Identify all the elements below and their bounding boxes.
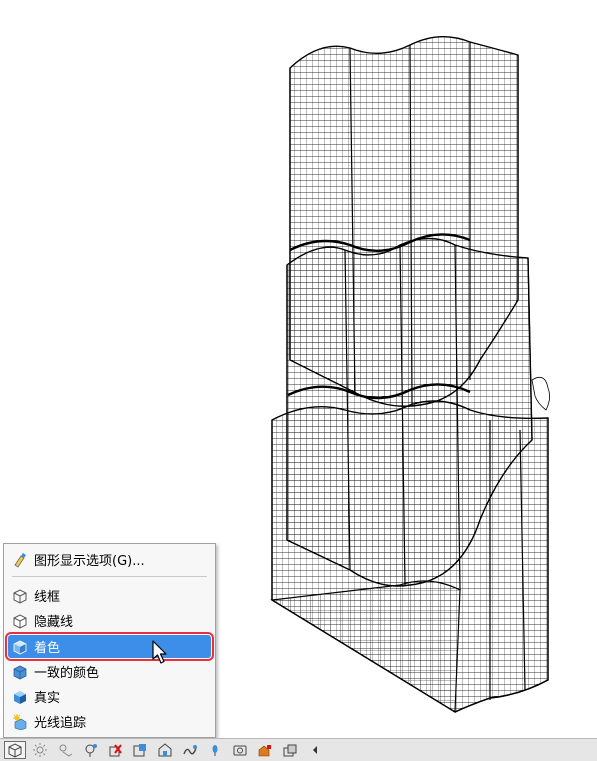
visual-style-button[interactable] [4, 741, 26, 759]
menu-item-label: 着色 [34, 641, 61, 656]
wireframe-cube-icon [12, 588, 28, 604]
render-button[interactable] [254, 741, 276, 759]
menu-item-hidden-line[interactable]: 隐藏线 [8, 609, 211, 632]
hidden-line-cube-icon [12, 613, 28, 629]
crop-view-icon [233, 745, 247, 756]
temporary-view-properties-button[interactable] [129, 741, 151, 759]
realistic-cube-icon [12, 689, 28, 705]
menu-item-label: 图形显示选项(G)... [34, 554, 145, 569]
sun-off-icon [33, 743, 47, 757]
temporary-hide-button[interactable] [79, 741, 101, 759]
mouse-pointer-icon [152, 640, 170, 670]
ray-trace-icon [12, 713, 28, 730]
consistent-colors-cube-icon [12, 664, 28, 680]
visual-style-menu: 图形显示选项(G)... 线框 隐藏线 着色 一致的颜色 真实 光线追踪 [3, 543, 216, 738]
crop-view-button[interactable] [229, 741, 251, 759]
shaded-cube-icon [12, 639, 28, 655]
menu-item-label: 一致的颜色 [34, 666, 100, 681]
menu-item-wireframe[interactable]: 线框 [8, 584, 211, 607]
highlight-button[interactable] [204, 741, 226, 759]
menu-item-shaded[interactable]: 着色 [5, 632, 214, 661]
render-icon [258, 745, 271, 757]
menu-item-graphic-display-options[interactable]: 图形显示选项(G)... [8, 548, 211, 571]
temporary-view-properties-icon [133, 744, 146, 757]
collapse-toolbar-button[interactable] [304, 741, 326, 759]
brush-icon [12, 552, 28, 568]
3d-view-lock-icon [283, 744, 297, 757]
shadows-button[interactable] [54, 741, 76, 759]
reveal-hidden-icon [109, 744, 122, 757]
menu-item-label: 线框 [34, 590, 61, 605]
analytical-model-icon [183, 745, 197, 755]
menu-item-ray-trace[interactable]: 光线追踪 [8, 710, 211, 733]
menu-item-consistent-colors[interactable]: 一致的颜色 [8, 660, 211, 683]
menu-separator [12, 576, 207, 577]
worksharing-button[interactable] [154, 741, 176, 759]
analytical-model-button[interactable] [179, 741, 201, 759]
worksharing-icon [158, 743, 172, 757]
visual-style-icon [8, 743, 22, 758]
menu-item-label: 隐藏线 [34, 615, 74, 630]
shadows-off-icon [59, 744, 73, 757]
3d-view-lock-button[interactable] [279, 741, 301, 759]
menu-item-label: 光线追踪 [34, 716, 87, 731]
view-control-bar [0, 738, 597, 761]
collapse-arrow-icon [313, 746, 317, 754]
temporary-hide-icon [85, 744, 97, 757]
reveal-hidden-button[interactable] [104, 741, 126, 759]
sun-path-button[interactable] [29, 741, 51, 759]
menu-item-realistic[interactable]: 真实 [8, 685, 211, 708]
menu-item-label: 真实 [34, 691, 61, 706]
highlight-icon [212, 745, 218, 756]
